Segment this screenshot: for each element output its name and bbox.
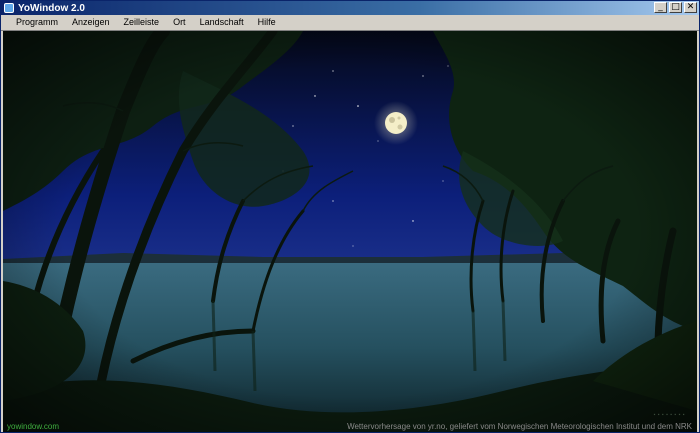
title-bar[interactable]: YoWindow 2.0 _ □ ✕ xyxy=(1,1,699,15)
maximize-button[interactable]: □ xyxy=(669,2,682,13)
vignette xyxy=(3,31,697,432)
weather-scene[interactable]: ▪ ▪ ▪ ▪ ▪ ▪ ▪ ▪ yowindow.com Wettervorhe… xyxy=(3,31,697,432)
night-lake-landscape xyxy=(3,31,697,432)
app-icon xyxy=(4,3,14,13)
minimize-button[interactable]: _ xyxy=(654,2,667,13)
maximize-icon: □ xyxy=(671,2,680,12)
app-window: YoWindow 2.0 _ □ ✕ Programm Anzeigen Zei… xyxy=(0,0,700,433)
menu-zeilleiste[interactable]: Zeilleiste xyxy=(117,15,167,30)
window-controls: _ □ ✕ xyxy=(654,2,697,13)
minimize-icon: _ xyxy=(658,2,663,12)
menu-ort[interactable]: Ort xyxy=(166,15,193,30)
menu-anzeigen[interactable]: Anzeigen xyxy=(65,15,117,30)
yowindow-link[interactable]: yowindow.com xyxy=(7,422,59,431)
menu-landschaft[interactable]: Landschaft xyxy=(193,15,251,30)
menu-programm[interactable]: Programm xyxy=(9,15,65,30)
watermark: ▪ ▪ ▪ ▪ ▪ ▪ ▪ ▪ xyxy=(653,412,685,418)
forecast-credit[interactable]: Wettervorhersage von yr.no, geliefert vo… xyxy=(347,422,692,431)
close-button[interactable]: ✕ xyxy=(684,2,697,13)
close-icon: ✕ xyxy=(686,2,695,12)
menu-hilfe[interactable]: Hilfe xyxy=(251,15,283,30)
menu-bar: Programm Anzeigen Zeilleiste Ort Landsch… xyxy=(1,15,699,31)
window-title: YoWindow 2.0 xyxy=(18,2,85,14)
